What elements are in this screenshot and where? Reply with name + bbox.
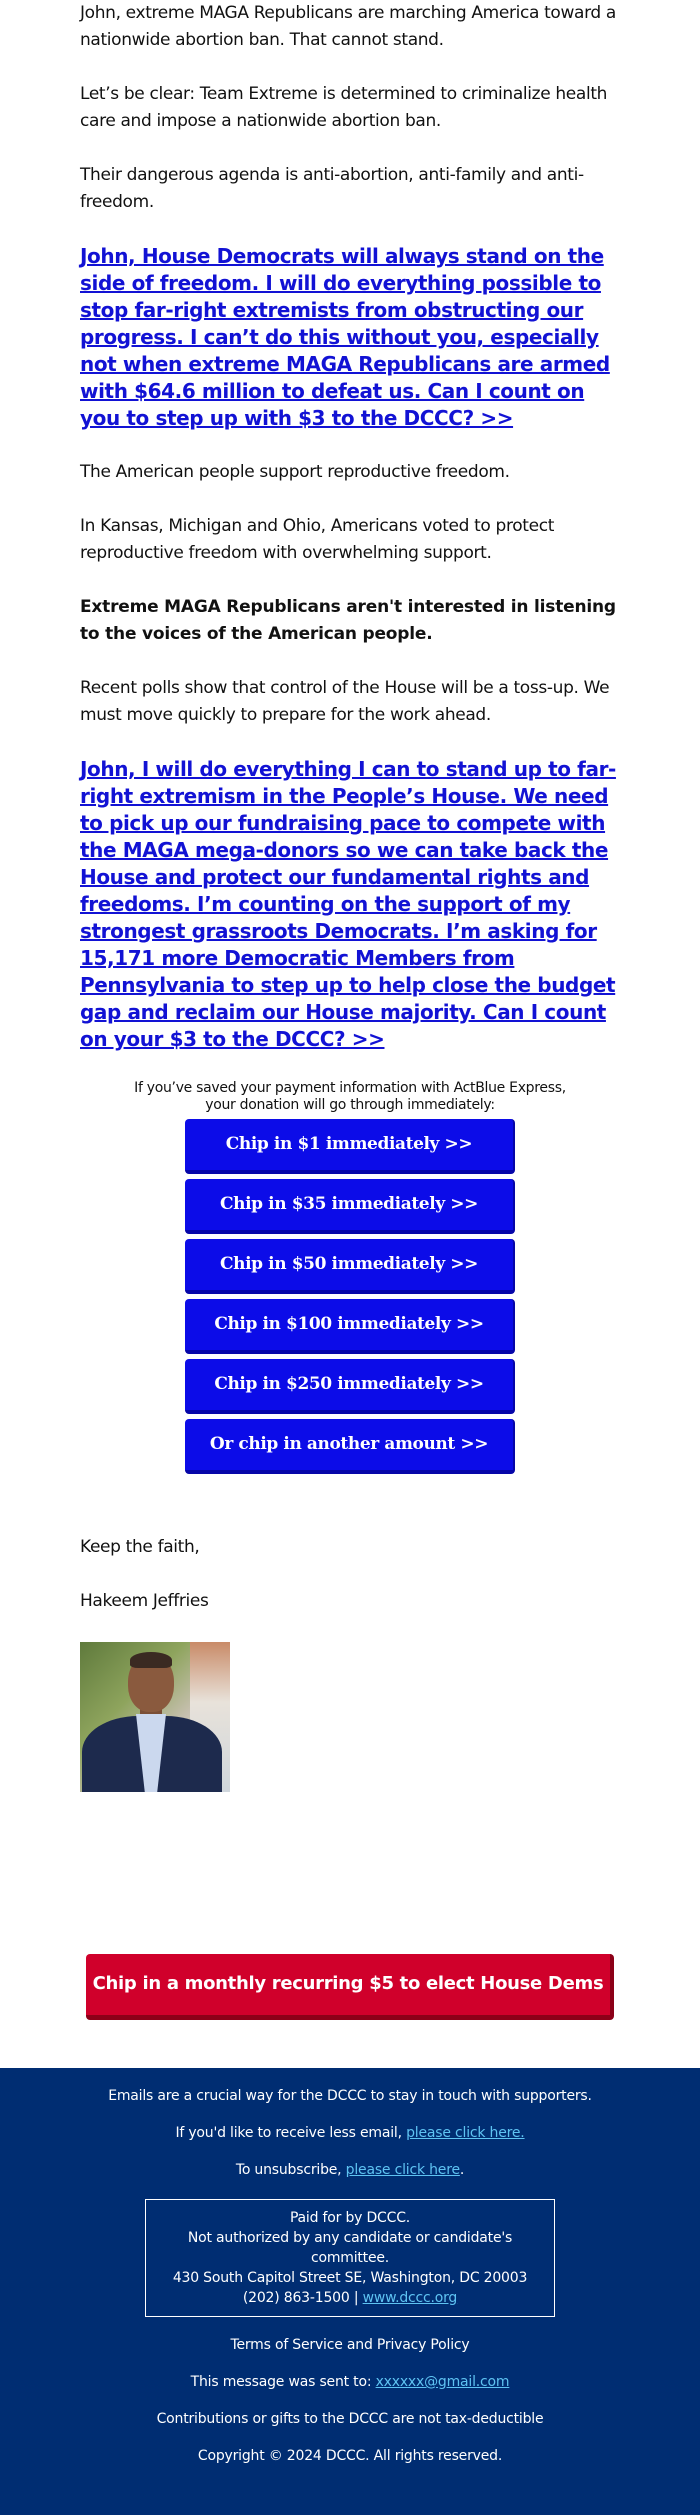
chip-in-250-button[interactable]: Chip in $250 immediately >> — [185, 1359, 515, 1414]
footer-less-email: If you'd like to receive less email, ple… — [0, 2125, 700, 2142]
body-paragraph: Recent polls show that control of the Ho… — [80, 678, 610, 725]
donate-link-3-dollars-second[interactable]: John, I will do everything I can to stan… — [80, 756, 620, 1053]
body-paragraph: In Kansas, Michigan and Ohio, Americans … — [80, 516, 555, 563]
body-paragraph: Their dangerous agenda is anti-abortion,… — [80, 165, 584, 212]
not-authorized-text: Not authorized by any candidate or candi… — [187, 2230, 513, 2266]
chip-in-100-button[interactable]: Chip in $100 immediately >> — [185, 1299, 515, 1354]
contact-separator: | — [349, 2290, 363, 2306]
footer: Emails are a crucial way for the DCCC to… — [0, 2068, 700, 2515]
actblue-note-line-2: your donation will go through immediatel… — [205, 1097, 495, 1113]
recurring-donation-section: Chip in a monthly recurring $5 to elect … — [0, 1954, 700, 2054]
signature-block: Keep the faith, Hakeem Jeffries — [0, 1534, 700, 1792]
express-donate-block: If you’ve saved your payment information… — [0, 1080, 700, 1474]
email-body: John, extreme MAGA Republicans are march… — [0, 0, 700, 1053]
bold-paragraph: Extreme MAGA Republicans aren't interest… — [80, 597, 616, 644]
actblue-note-line-1: If you’ve saved your payment information… — [134, 1080, 566, 1096]
chip-in-35-button[interactable]: Chip in $35 immediately >> — [185, 1179, 515, 1234]
signoff-name: Hakeem Jeffries — [80, 1591, 209, 1611]
unsubscribe-link[interactable]: please click here — [346, 2162, 460, 2178]
body-paragraph: The American people support reproductive… — [80, 462, 510, 482]
actblue-express-note: If you’ve saved your payment information… — [0, 1080, 700, 1114]
less-email-link[interactable]: please click here. — [406, 2125, 525, 2141]
chip-in-1-button[interactable]: Chip in $1 immediately >> — [185, 1119, 515, 1174]
contact-line: (202) 863-1500 | www.dccc.org — [152, 2288, 548, 2308]
terms-privacy-text: Terms of Service and Privacy Policy — [230, 2337, 470, 2353]
body-paragraph: John, extreme MAGA Republicans are march… — [80, 3, 616, 50]
donate-link-3-dollars[interactable]: John, House Democrats will always stand … — [80, 243, 620, 432]
paid-for-disclaimer-box: Paid for by DCCC. Not authorized by any … — [145, 2199, 555, 2317]
phone-number: (202) 863-1500 — [242, 2290, 350, 2306]
chip-in-50-button[interactable]: Chip in $50 immediately >> — [185, 1239, 515, 1294]
recipient-email-link[interactable]: xxxxxx@gmail.com — [376, 2374, 510, 2390]
sent-to-label: This message was sent to: — [190, 2374, 376, 2390]
footer-unsubscribe: To unsubscribe, please click here. — [0, 2162, 700, 2179]
tax-deductible-note: Contributions or gifts to the DCCC are n… — [156, 2411, 544, 2427]
monthly-recurring-donate-button[interactable]: Chip in a monthly recurring $5 to elect … — [86, 1954, 614, 2054]
unsubscribe-suffix: . — [459, 2162, 465, 2178]
website-link[interactable]: www.dccc.org — [363, 2290, 458, 2306]
footer-intro: Emails are a crucial way for the DCCC to… — [108, 2088, 592, 2104]
unsubscribe-text: To unsubscribe, — [235, 2162, 346, 2178]
chip-in-other-amount-button[interactable]: Or chip in another amount >> — [185, 1419, 515, 1474]
body-paragraph: Let’s be clear: Team Extreme is determin… — [80, 84, 608, 131]
address-text: 430 South Capitol Street SE, Washington,… — [172, 2270, 528, 2286]
copyright-text: Copyright © 2024 DCCC. All rights reserv… — [197, 2448, 503, 2464]
sent-to-line: This message was sent to: xxxxxx@gmail.c… — [0, 2374, 700, 2391]
photo-hair — [130, 1652, 172, 1668]
signer-portrait-photo — [80, 1642, 230, 1792]
less-email-text: If you'd like to receive less email, — [175, 2125, 407, 2141]
paid-for-text: Paid for by DCCC. — [289, 2210, 411, 2226]
signoff-closing: Keep the faith, — [80, 1537, 200, 1557]
